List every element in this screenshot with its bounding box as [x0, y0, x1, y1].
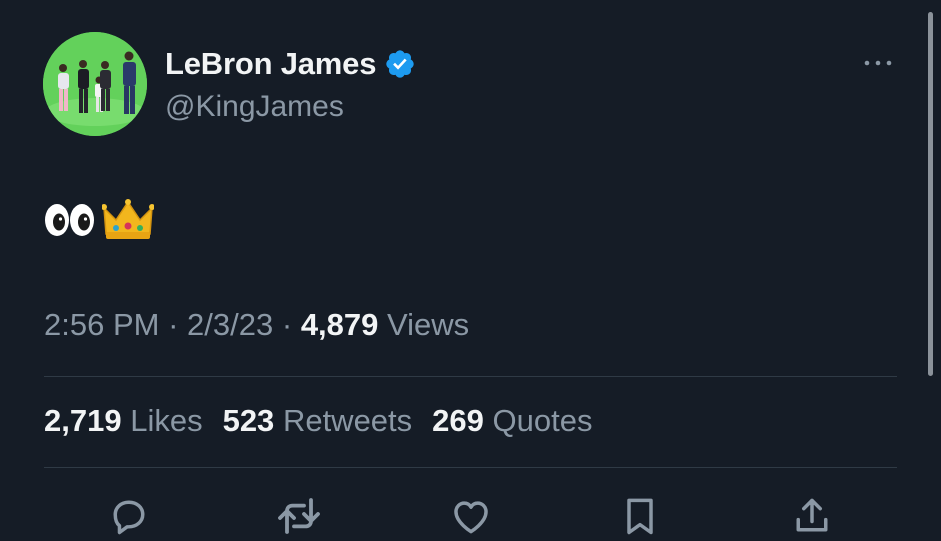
- likes-label: Likes: [130, 403, 203, 438]
- quotes-count: 269: [432, 403, 484, 438]
- author-name-row: LeBron James: [165, 44, 416, 84]
- likes-stat[interactable]: 2,719 Likes: [44, 403, 203, 439]
- verified-badge-icon: [384, 48, 416, 80]
- avatar-image: [43, 32, 147, 136]
- tweet-date[interactable]: 2/3/23: [187, 307, 273, 342]
- bookmark-icon: [627, 498, 653, 535]
- divider: [44, 376, 897, 377]
- meta-separator: ·: [281, 307, 293, 342]
- share-button[interactable]: [788, 494, 836, 541]
- tweet-text: [44, 196, 154, 244]
- tweet-actions: [0, 494, 941, 541]
- avatar[interactable]: [43, 32, 147, 136]
- tweet-meta: 2:56 PM · 2/3/23 · 4,879 Views: [44, 307, 469, 343]
- share-icon: [796, 498, 828, 532]
- more-options-button[interactable]: [858, 48, 898, 78]
- divider: [44, 467, 897, 468]
- author-display-name[interactable]: LeBron James: [165, 46, 376, 82]
- retweets-count: 523: [222, 403, 275, 438]
- meta-separator: ·: [168, 307, 179, 342]
- eyes-emoji-icon: [45, 204, 94, 236]
- bookmark-button[interactable]: [616, 494, 664, 541]
- retweet-button[interactable]: [275, 494, 323, 541]
- like-button[interactable]: [447, 494, 495, 541]
- retweet-icon: [278, 498, 320, 534]
- quotes-stat[interactable]: 269 Quotes: [432, 403, 592, 439]
- author-handle[interactable]: @KingJames: [165, 90, 344, 124]
- scrollbar[interactable]: [928, 12, 933, 376]
- reply-button[interactable]: [105, 494, 153, 541]
- tweet-stats: 2,719 Likes 523 Retweets 269 Quotes: [44, 403, 592, 439]
- retweets-label: Retweets: [282, 403, 413, 438]
- retweets-stat[interactable]: 523 Retweets: [223, 403, 413, 439]
- views-label: Views: [387, 307, 470, 342]
- speech-bubble-icon: [113, 500, 145, 535]
- likes-count: 2,719: [44, 403, 122, 438]
- crown-emoji-icon: [102, 199, 154, 239]
- heart-icon: [454, 501, 488, 534]
- tweet-time[interactable]: 2:56 PM: [44, 307, 159, 342]
- quotes-label: Quotes: [492, 403, 593, 438]
- more-horizontal-icon: [864, 60, 892, 66]
- views-count: 4,879: [300, 307, 379, 342]
